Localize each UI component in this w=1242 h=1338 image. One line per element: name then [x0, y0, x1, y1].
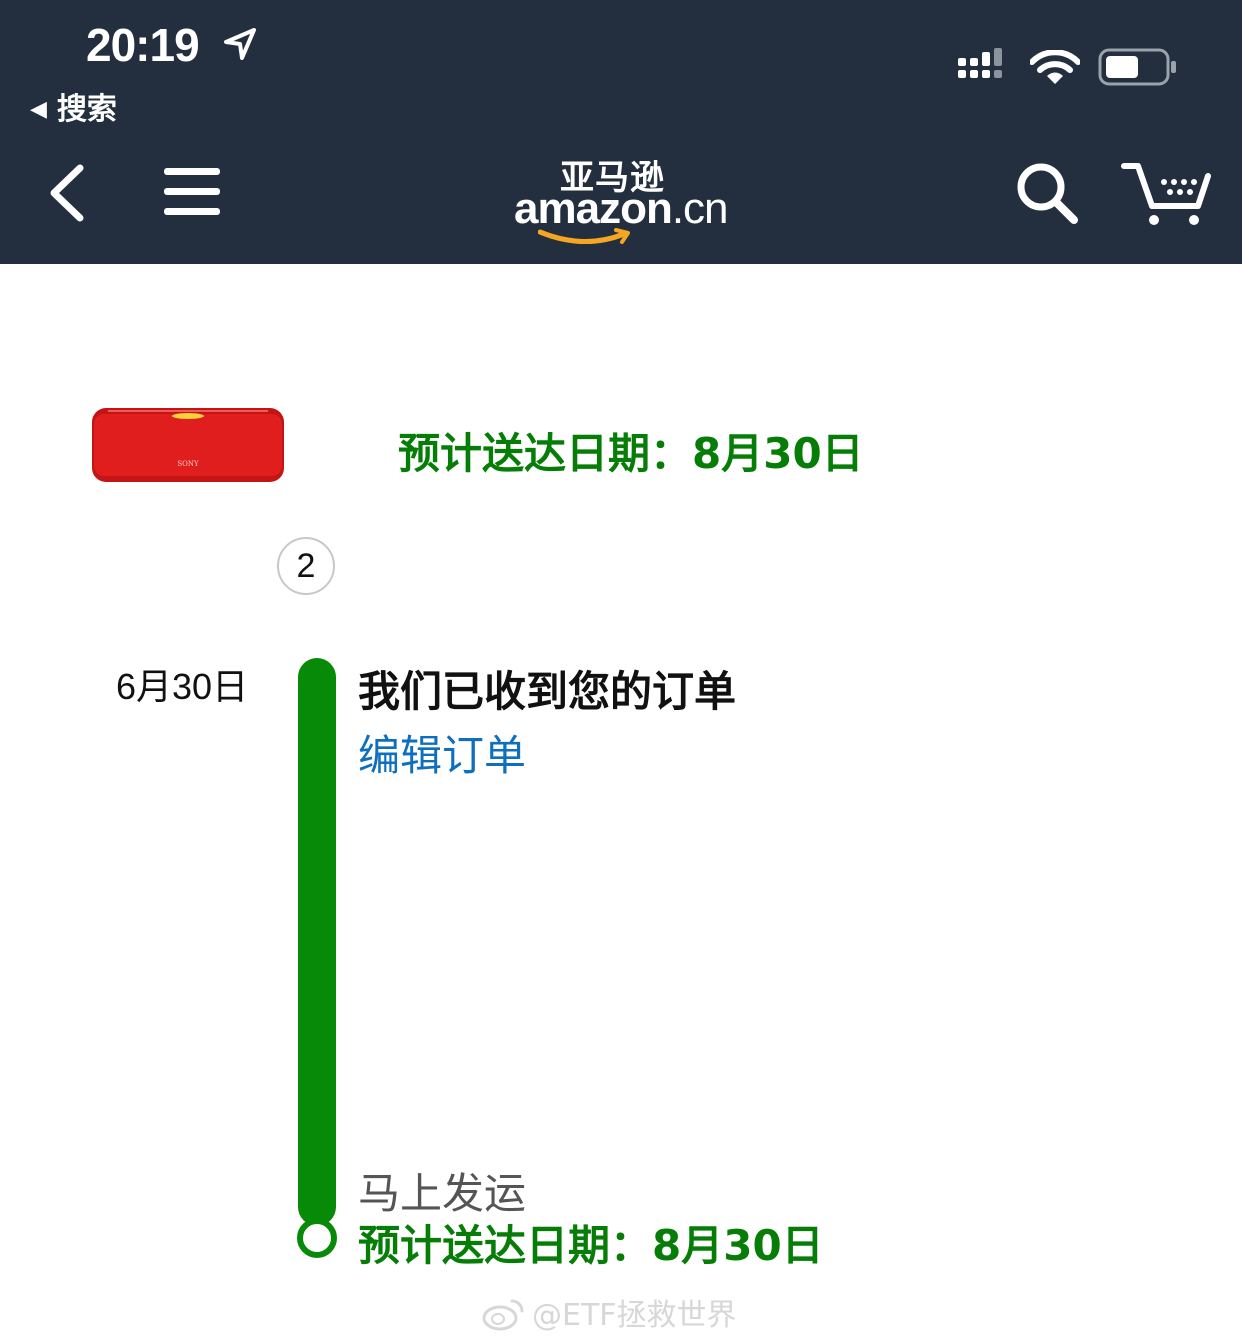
back-to-search-label: 搜索 — [56, 92, 117, 127]
quantity-badge: 2 — [277, 537, 335, 595]
timeline-progress-bar — [298, 658, 336, 1226]
timeline-date: 6月30日 — [116, 666, 249, 707]
watermark-text: @ETF拯救世界 — [532, 1298, 737, 1333]
watermark: @ETF拯救世界 — [482, 1290, 737, 1334]
logo-english-text: amazon.cn — [514, 184, 729, 233]
back-arrow-icon[interactable] — [44, 162, 90, 224]
status-time: 20:19 — [86, 19, 200, 71]
amazon-cn-logo[interactable]: 亚马逊 amazon.cn — [510, 150, 740, 250]
svg-text:SONY: SONY — [177, 460, 199, 468]
order-received-status: 我们已收到您的订单 — [358, 667, 737, 716]
timeline-end-node — [297, 1218, 337, 1258]
product-image[interactable]: SONY — [88, 404, 288, 490]
timeline-estimated-delivery: 预计送达日期：8月30日 — [358, 1221, 824, 1270]
search-icon[interactable] — [1014, 160, 1080, 226]
back-to-search[interactable]: ◀ 搜索 — [30, 84, 117, 128]
menu-icon[interactable] — [164, 168, 220, 216]
estimated-delivery-date: 预计送达日期：8月30日 — [398, 429, 864, 478]
cart-icon[interactable] — [1120, 158, 1212, 228]
weibo-icon — [482, 1299, 524, 1331]
location-arrow-icon — [224, 28, 256, 60]
edit-order-link[interactable]: 编辑订单 — [358, 722, 526, 783]
back-triangle-icon: ◀ — [30, 97, 47, 122]
battery-icon — [1098, 48, 1176, 86]
top-bar: 20:19 ◀ 搜索 亚马逊 amazon.cn — [0, 0, 1242, 264]
amazon-smile-icon — [538, 228, 630, 244]
wifi-icon — [1030, 50, 1080, 84]
cellular-signal-icon — [958, 48, 1002, 78]
